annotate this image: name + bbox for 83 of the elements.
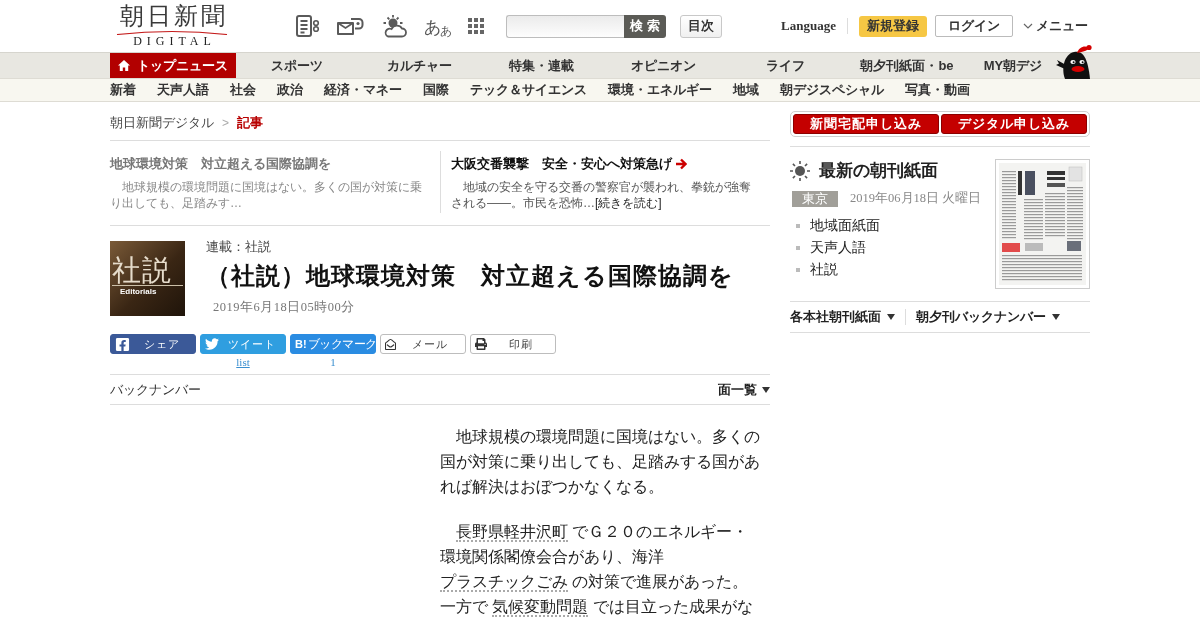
contents-button[interactable]: 目次 [680, 14, 722, 38]
chevron-down-icon [1023, 23, 1033, 29]
f-logo-icon [115, 336, 130, 352]
caret-down-icon [1052, 314, 1060, 320]
nav-tab[interactable]: MY朝デジ [968, 53, 1058, 78]
breadcrumb-link[interactable]: 朝日新聞デジタル [110, 114, 214, 132]
teaser-excerpt: 地域の安全を守る交番の警察官が襲われ、拳銃が強奪される――。市民を恐怖…[続きを読む] [451, 179, 752, 211]
share-button[interactable]: B!ブックマーク [290, 334, 376, 354]
teaser-title-link[interactable]: 地球環境対策 対立超える国際協調を [110, 155, 331, 173]
nav-tab[interactable]: スポーツ [236, 53, 358, 78]
subnav-link[interactable]: 新着 [110, 81, 136, 99]
dropdown-button[interactable]: 朝夕刊バックナンバー [916, 308, 1060, 326]
article-title: （社説）地球環境対策 対立超える国際協調を [206, 261, 734, 291]
subnav-link[interactable]: 国際 [423, 81, 449, 99]
subnav-link[interactable]: 天声人語 [157, 81, 209, 99]
subscribe-button[interactable]: 新聞宅配申し込み [793, 114, 939, 134]
logo-title[interactable]: 朝日新聞 [116, 2, 228, 29]
caret-down-icon [887, 314, 895, 320]
article-paragraph: 長野県軽井沢町 でＧ２０のエネルギー・環境関係閣僚会合があり、海洋 プラスチックごみ の対策で進展があった。一方で 気候変動問題 では目立った成果がな [440, 522, 754, 619]
share-button[interactable]: 印刷 [470, 334, 556, 354]
home-icon [118, 60, 130, 71]
register-button[interactable]: 新規登録 [859, 15, 927, 37]
breadcrumb-separator: > [222, 115, 229, 132]
article-date: 2019年6月18日05時00分 [212, 299, 355, 315]
grid-icon[interactable] [468, 18, 484, 34]
subnav-link[interactable]: 経済・マネー [324, 81, 402, 99]
subnav-link[interactable]: 地域 [733, 81, 759, 99]
mascot-icon[interactable] [1056, 43, 1092, 79]
logo-swoosh-icon [116, 29, 228, 35]
keyword-link[interactable]: 気候変動問題 [492, 598, 589, 617]
keyword-link[interactable]: 長野県軽井沢町 [456, 523, 568, 542]
paper-link[interactable]: 社説 [810, 261, 838, 279]
nav-tab[interactable]: オピニオン [602, 53, 724, 78]
language-link[interactable]: Language [781, 18, 836, 34]
dropdown-button[interactable]: 各本社朝刊紙面 [790, 308, 895, 326]
bullet-icon [796, 224, 800, 228]
subnav-link[interactable]: テック＆サイエンス [470, 81, 587, 99]
teaser-title-link[interactable]: 大阪交番襲撃 安全・安心へ対策急げ [451, 155, 687, 173]
paper-title: 最新の朝刊紙面 [819, 160, 938, 182]
envelope-icon [385, 338, 396, 350]
bird-icon [205, 337, 219, 351]
nav-tab[interactable]: 特集・連載 [480, 53, 602, 78]
subnav-link[interactable]: 環境・エネルギー [608, 81, 712, 99]
teaser-excerpt: 地球規模の環境問題に国境はない。多くの国が対策に乗り出しても、足踏みす… [110, 179, 423, 211]
logo-subtitle: DIGITAL [132, 34, 216, 48]
thumbnail-title: 社説 [112, 255, 183, 286]
caret-down-icon [762, 386, 770, 393]
back-number-label: バックナンバー [110, 380, 201, 399]
search-button[interactable]: 検 索 [624, 14, 666, 38]
paper-link[interactable]: 地域面紙面 [810, 217, 880, 235]
share-button[interactable]: メール [380, 334, 466, 354]
subscribe-button[interactable]: デジタル申し込み [941, 114, 1087, 134]
search-field[interactable] [506, 14, 624, 38]
article-paragraph: 地球規模の環境問題に国境はない。多くの国が対策に乗り出しても、足踏みする国があれば解決はおぼつかなくなる。 [440, 427, 761, 497]
subnav-link[interactable]: 社会 [230, 81, 256, 99]
subnav-link[interactable]: 政治 [277, 81, 303, 99]
printer-icon [475, 338, 487, 350]
breadcrumb-link[interactable]: 記事 [237, 114, 263, 132]
region-tag: 東京 [792, 190, 838, 207]
nav-tab[interactable]: 朝夕刊紙面・be [846, 53, 968, 78]
page-list-button[interactable]: 面一覧 [718, 380, 770, 399]
share-count[interactable]: list [236, 356, 250, 368]
series-label: 連載：社説 [206, 238, 271, 256]
share-count[interactable]: 1 [330, 356, 336, 368]
nav-tab[interactable]: トップニュース [110, 53, 236, 78]
subnav-link[interactable]: 朝デジスペシャル [780, 81, 884, 99]
paper-link[interactable]: 天声人語 [810, 239, 866, 257]
share-button[interactable]: シェア [110, 334, 196, 354]
menu-button[interactable]: メニュー [1023, 17, 1088, 35]
clipping-icon[interactable] [296, 15, 320, 37]
envelope-tag-icon[interactable] [336, 15, 364, 37]
paper-date: 2019年06月18日 火曜日 [850, 190, 982, 207]
thumbnail-subtitle: Editorials [119, 286, 157, 297]
read-more-link[interactable]: [続きを読む] [595, 196, 662, 210]
nav-tab[interactable]: ライフ [724, 53, 846, 78]
keyword-link[interactable]: プラスチックごみ [440, 573, 568, 592]
sun-icon [790, 161, 810, 181]
bullet-icon [796, 246, 800, 250]
arrow-right-icon [675, 158, 687, 170]
login-button[interactable]: ログイン [935, 15, 1013, 37]
subnav-link[interactable]: 写真・動画 [905, 81, 970, 99]
nav-tab[interactable]: カルチャー [358, 53, 480, 78]
bullet-icon [796, 268, 800, 272]
